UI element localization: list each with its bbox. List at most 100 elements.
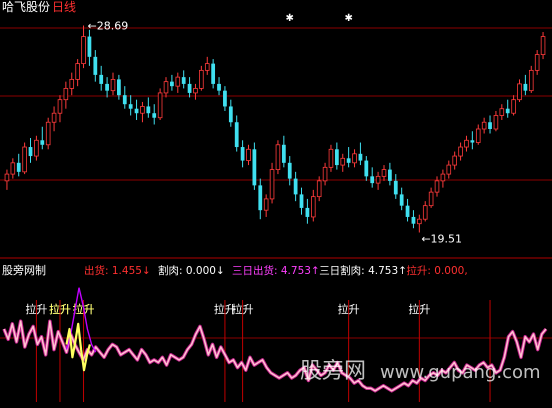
star-marker: ✱ [344, 13, 352, 24]
signal-label: 拉升 [338, 302, 360, 316]
candle-body [16, 162, 21, 172]
candle-body [175, 76, 181, 87]
candle-body [93, 56, 98, 75]
candle-body [246, 148, 251, 161]
candle-body [57, 99, 63, 114]
chart-window: ✱✱✱✱✱←28.69←19.51哈飞股份日线股旁网制出货: 1.455↓割肉:… [0, 0, 552, 408]
candle-body [446, 164, 452, 175]
high-price-label: ←28.69 [88, 20, 129, 33]
candle-body [105, 83, 109, 91]
candle-body [163, 81, 169, 94]
candle-body [22, 146, 27, 173]
candle-body [99, 74, 104, 84]
candle-body [146, 106, 151, 114]
star-marker: ✱ [286, 13, 294, 24]
candle-body [240, 147, 245, 161]
candle-body [293, 178, 298, 195]
candle-body [475, 128, 481, 143]
candle-body [187, 83, 192, 93]
candle-body [223, 90, 227, 107]
candle-body [252, 149, 257, 186]
candle-body [334, 149, 339, 166]
candle-body [370, 176, 375, 184]
candle-body [411, 216, 416, 224]
candle-body [470, 140, 475, 143]
candle-body [393, 180, 398, 195]
low-price-label: ←19.51 [421, 233, 462, 246]
candle-body [488, 122, 492, 129]
signal-label: 拉升 [232, 302, 254, 316]
candle-body [181, 77, 186, 84]
candle-body [316, 180, 322, 198]
candle-body [128, 104, 133, 109]
candle-body [534, 54, 540, 71]
candle-body [428, 191, 434, 207]
indicator-field-3: 三日割肉: 4.753↑ [319, 264, 407, 277]
candle-body [193, 88, 198, 94]
signal-label: 拉升 [25, 302, 47, 316]
candle-body [481, 121, 487, 130]
indicator-name: 股旁网制 [2, 263, 46, 277]
candle-body [204, 63, 210, 71]
candle-body [505, 108, 510, 114]
candle-body [387, 169, 392, 181]
candle-body [499, 108, 505, 116]
candle-body [63, 88, 69, 101]
candle-body [69, 78, 75, 89]
candle-body [464, 139, 469, 148]
candle-body [299, 194, 304, 208]
candle-body [540, 36, 546, 55]
candle-body [528, 69, 534, 92]
candle-body [122, 95, 127, 105]
candle-body [399, 194, 404, 206]
candle-body [458, 146, 463, 157]
candle-body [258, 185, 263, 211]
candle-body [340, 157, 346, 166]
candle-body [287, 162, 292, 179]
candle-body [263, 198, 269, 211]
candle-body [28, 147, 33, 157]
candle-body [275, 144, 281, 170]
candle-body [51, 112, 57, 123]
candle-body [493, 115, 499, 130]
candle-body [281, 144, 286, 163]
stock-chart[interactable]: ✱✱✱✱✱←28.69←19.51哈飞股份日线股旁网制出货: 1.455↓割肉:… [0, 0, 552, 408]
candle-body [511, 99, 516, 114]
watermark-cn: 股旁网 [300, 359, 366, 384]
candle-body [116, 79, 121, 96]
candle-body [352, 153, 357, 164]
candle-body [305, 207, 310, 217]
candle-body [452, 155, 457, 166]
candle-body [217, 83, 221, 91]
indicator-field-2: 三日出货: 4.753↑ [232, 264, 320, 277]
candle-body [87, 36, 92, 57]
candle-body [358, 153, 363, 161]
candle-body [311, 196, 316, 218]
signal-label: 拉升 [408, 302, 430, 316]
candle-body [440, 173, 446, 182]
candle-body [269, 169, 275, 200]
candle-body [405, 205, 410, 217]
candle-body [40, 140, 45, 145]
signal-label-highlight: 拉升 [49, 302, 71, 316]
watermark-url: www.gupang.com [380, 362, 541, 383]
candle-body [10, 162, 16, 175]
candle-body [346, 158, 351, 163]
candle-body [45, 121, 51, 146]
candle-body [199, 69, 204, 89]
candle-body [523, 83, 528, 91]
candle-body [157, 92, 163, 119]
candle-body [140, 106, 145, 114]
candle-body [364, 160, 369, 177]
candle-body [211, 63, 216, 84]
indicator-field-0: 出货: 1.455↓ [84, 264, 151, 277]
candle-body [34, 139, 39, 157]
candle-body [381, 169, 387, 177]
candle-body [328, 148, 334, 168]
candle-body [417, 218, 422, 225]
candle-body [110, 78, 116, 92]
candle-body [75, 63, 80, 80]
candle-body [134, 108, 139, 114]
stock-name: 哈飞股份 [2, 0, 50, 14]
candle-body [322, 166, 328, 182]
